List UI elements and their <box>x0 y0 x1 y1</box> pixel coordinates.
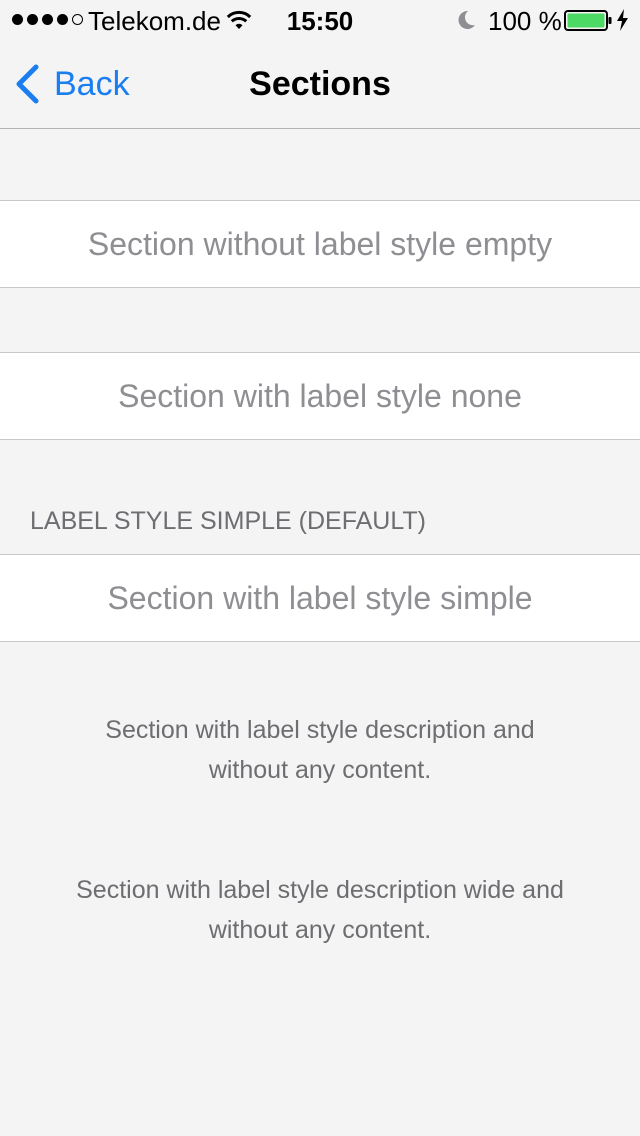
section-header-simple: LABEL STYLE SIMPLE (DEFAULT) <box>30 507 426 535</box>
battery-icon <box>564 10 612 31</box>
navigation-bar: Back Sections <box>0 40 640 129</box>
description-line: without any content. <box>208 756 432 784</box>
section-description-wide: Section with label style description wid… <box>0 870 640 950</box>
charging-bolt-icon <box>617 9 628 31</box>
cell-label: Section with label style none <box>118 377 522 414</box>
moon-icon <box>458 10 475 29</box>
section-cell-none-label[interactable]: Section with label style none <box>0 352 640 440</box>
section-cell-simple-label[interactable]: Section with label style simple <box>0 554 640 642</box>
page-title: Sections <box>249 65 391 103</box>
description-line: Section with label style description wid… <box>76 876 564 904</box>
cell-label: Section without label style empty <box>87 225 553 262</box>
status-bar: Telekom.de 15:50 100 % <box>0 0 640 40</box>
description-line: Section with label style description and <box>105 716 535 744</box>
section-cell-empty-label[interactable]: Section without label style empty <box>0 200 640 288</box>
cell-label: Section with label style simple <box>107 579 533 616</box>
battery-percent: 100 % <box>488 6 562 36</box>
description-line: without any content. <box>208 916 432 944</box>
section-description: Section with label style description and… <box>30 710 610 790</box>
